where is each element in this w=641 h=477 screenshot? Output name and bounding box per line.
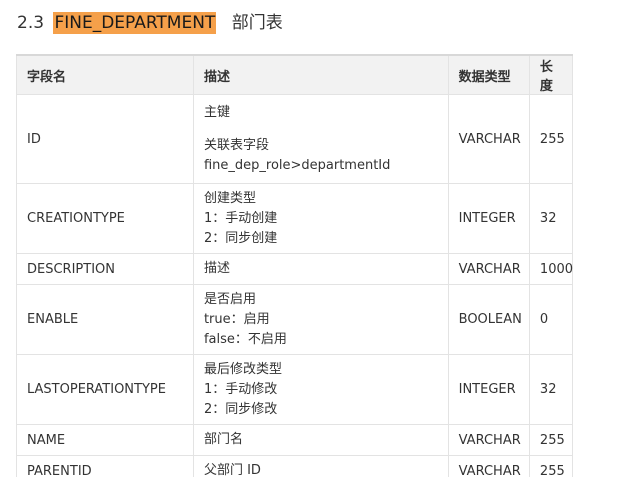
table-header: 字段名 描述 数据类型 长度 — [16, 54, 574, 95]
description-line: 父部门 ID — [203, 463, 261, 477]
description-cell: 父部门 ID — [192, 455, 449, 477]
section-title-suffix: 部门表 — [231, 13, 283, 33]
description-cell: 描述 — [192, 253, 449, 285]
description-line: 2：同步修改 — [203, 401, 278, 417]
description-line: 主键 — [203, 104, 230, 120]
section-number: 2.3 — [17, 13, 45, 33]
data-type-cell: INTEGER — [447, 183, 530, 254]
length-cell: 32 — [528, 354, 574, 425]
field-name-cell: PARENTID — [16, 455, 194, 477]
description-cell: 创建类型 1：手动创建 2：同步创建 — [192, 183, 449, 254]
field-name-cell: ID — [16, 94, 194, 184]
length-cell: 255 — [528, 94, 574, 184]
length-cell: 0 — [528, 284, 574, 355]
header-field-name: 字段名 — [16, 54, 194, 95]
length-cell: 255 — [528, 424, 574, 456]
data-type-cell: VARCHAR — [447, 424, 530, 456]
field-name-cell: CREATIONTYPE — [16, 183, 194, 254]
length-cell: 1000 — [528, 253, 573, 285]
table-row: NAME 部门名 VARCHAR 255 — [16, 424, 574, 456]
table-row: DESCRIPTION 描述 VARCHAR 1000 — [16, 253, 573, 285]
field-name-cell: DESCRIPTION — [16, 253, 194, 285]
table-row: ID 主键 关联表字段 fine_dep_role>departmentId V… — [16, 94, 574, 184]
description-line: 部门名 — [203, 432, 243, 447]
table-row: ENABLE 是否启用 true：启用 false：不启用 BOOLEAN 0 — [16, 284, 574, 355]
field-table: 字段名 描述 数据类型 长度 ID 主键 关联表字段 fine_dep_role… — [16, 54, 573, 477]
data-type-cell: INTEGER — [447, 354, 530, 425]
description-line: 1：手动修改 — [203, 381, 278, 397]
length-cell: 32 — [528, 183, 574, 254]
description-line: 关联表字段 — [203, 137, 269, 153]
description-cell: 部门名 — [192, 424, 449, 456]
description-line: 1：手动创建 — [203, 210, 278, 226]
header-length: 长度 — [528, 54, 574, 95]
header-data-type: 数据类型 — [447, 54, 530, 95]
data-type-cell: VARCHAR — [447, 253, 530, 285]
section-heading: 2.3 FINE_DEPARTMENT 部门表 — [17, 11, 283, 35]
description-cell: 主键 关联表字段 fine_dep_role>departmentId — [192, 94, 449, 184]
description-cell: 最后修改类型 1：手动修改 2：同步修改 — [192, 354, 449, 425]
data-type-cell: VARCHAR — [447, 455, 530, 477]
length-cell: 255 — [528, 455, 574, 477]
table-name-highlight: FINE_DEPARTMENT — [53, 12, 217, 34]
table-row: PARENTID 父部门 ID VARCHAR 255 — [16, 455, 574, 477]
table-row: LASTOPERATIONTYPE 最后修改类型 1：手动修改 2：同步修改 I… — [16, 354, 574, 425]
data-type-cell: VARCHAR — [447, 94, 530, 184]
description-line: 是否启用 — [203, 291, 256, 307]
description-line: 创建类型 — [203, 190, 256, 206]
field-name-cell: LASTOPERATIONTYPE — [16, 354, 194, 425]
header-description: 描述 — [192, 54, 449, 95]
description-line: false：不启用 — [203, 331, 287, 347]
description-line: fine_dep_role>departmentId — [203, 157, 391, 173]
field-name-cell: ENABLE — [16, 284, 194, 355]
data-type-cell: BOOLEAN — [447, 284, 530, 355]
description-line: 描述 — [203, 261, 230, 276]
description-line: true：启用 — [203, 311, 270, 327]
description-line: 最后修改类型 — [203, 361, 282, 377]
field-name-cell: NAME — [16, 424, 194, 456]
doc-page: 2.3 FINE_DEPARTMENT 部门表 字段名 描述 数据类型 长度 I… — [0, 0, 641, 477]
description-line: 2：同步创建 — [203, 230, 278, 246]
description-cell: 是否启用 true：启用 false：不启用 — [192, 284, 449, 355]
table-row: CREATIONTYPE 创建类型 1：手动创建 2：同步创建 INTEGER … — [16, 183, 574, 254]
